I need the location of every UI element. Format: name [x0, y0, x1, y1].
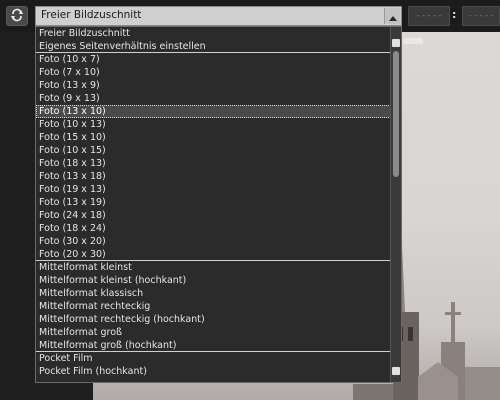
menu-item[interactable]: Mittelformat kleinst [36, 261, 391, 274]
ratio-height-input[interactable]: ----- [462, 6, 500, 26]
scroll-track[interactable] [393, 51, 399, 366]
menu-scrollbar[interactable] [390, 27, 401, 382]
select-toggle-button[interactable] [384, 8, 400, 24]
menu-item[interactable]: Pocket Film [36, 352, 391, 365]
menu-item[interactable]: Foto (10 x 7) [36, 53, 391, 66]
menu-item[interactable]: Mittelformat klassisch [36, 287, 391, 300]
crop-handle[interactable] [403, 38, 423, 44]
menu-item[interactable]: Freier Bildzuschnitt [36, 27, 391, 40]
chevron-up-icon [388, 7, 398, 26]
menu-item[interactable]: Foto (9 x 13) [36, 92, 391, 105]
menu-item[interactable]: Foto (18 x 24) [36, 222, 391, 235]
rotate-orientation-button[interactable] [6, 6, 28, 26]
menu-item[interactable]: Foto (10 x 13) [36, 118, 391, 131]
ratio-separator: : [452, 8, 457, 21]
menu-item[interactable]: Foto (13 x 18) [36, 170, 391, 183]
crop-format-select[interactable]: Freier Bildzuschnitt [35, 6, 402, 26]
menu-item[interactable]: Mittelformat kleinst (hochkant) [36, 274, 391, 287]
menu-item[interactable]: Foto (10 x 15) [36, 144, 391, 157]
menu-item[interactable]: Mittelformat rechteckig [36, 300, 391, 313]
menu-item[interactable]: Foto (7 x 10) [36, 66, 391, 79]
menu-item[interactable]: Foto (13 x 9) [36, 79, 391, 92]
rotate-icon [10, 7, 24, 26]
ratio-width-input[interactable]: ----- [408, 6, 450, 26]
menu-item[interactable]: Foto (24 x 18) [36, 209, 391, 222]
menu-item[interactable]: Foto (30 x 20) [36, 235, 391, 248]
menu-item[interactable]: Foto (15 x 10) [36, 131, 391, 144]
menu-item[interactable]: Foto (18 x 13) [36, 157, 391, 170]
menu-item[interactable]: Mittelformat groß (hochkant) [36, 339, 391, 352]
menu-item[interactable]: Mittelformat groß [36, 326, 391, 339]
menu-item[interactable]: Foto (13 x 10) [36, 105, 391, 118]
menu-item[interactable]: Foto (13 x 19) [36, 196, 391, 209]
menu-item[interactable]: Mittelformat rechteckig (hochkant) [36, 313, 391, 326]
menu-list: Freier Bildzuschnitt Eigenes Seitenverhäl… [36, 27, 391, 378]
menu-item[interactable]: Pocket Film (hochkant) [36, 365, 391, 378]
menu-item[interactable]: Foto (19 x 13) [36, 183, 391, 196]
scroll-thumb[interactable] [393, 51, 399, 177]
scroll-down-button[interactable] [392, 367, 400, 375]
crop-format-value: Freier Bildzuschnitt [41, 9, 142, 21]
menu-item[interactable]: Foto (20 x 30) [36, 248, 391, 261]
crop-format-menu: Freier Bildzuschnitt Eigenes Seitenverhäl… [35, 26, 402, 383]
menu-item[interactable]: Eigenes Seitenverhältnis einstellen [36, 40, 391, 53]
scroll-up-button[interactable] [392, 39, 400, 47]
